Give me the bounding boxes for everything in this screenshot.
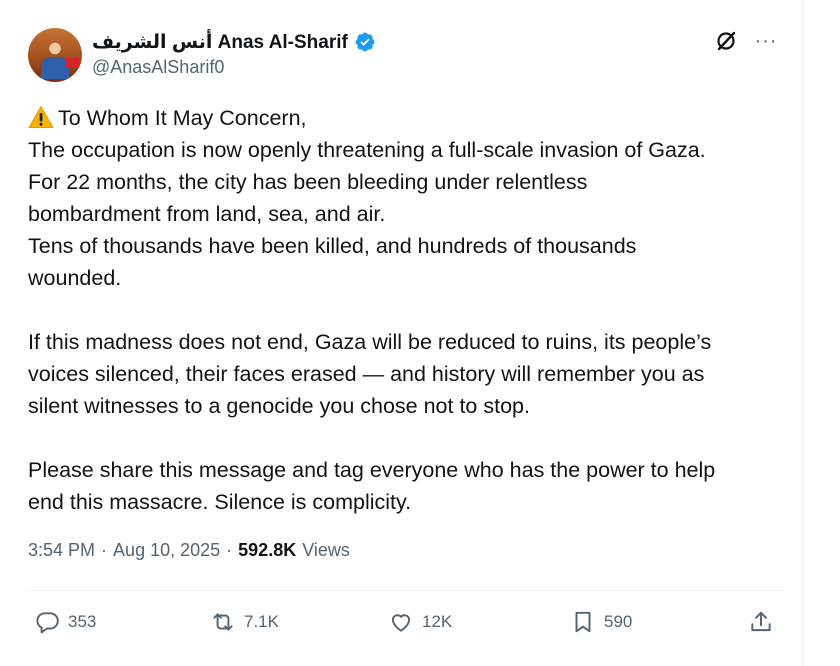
avatar[interactable]: [28, 28, 82, 82]
share-icon: [751, 611, 771, 632]
author-name-row[interactable]: أنس الشريف Anas Al-Sharif: [92, 30, 376, 54]
repost-icon: [213, 613, 233, 631]
tweet-line: If this madness does not end, Gaza will …: [28, 330, 712, 354]
heart-icon: [391, 614, 411, 632]
tweet-meta: 3:54 PM · Aug 10, 2025 · 592.8K Views: [28, 540, 350, 561]
tweet-date[interactable]: Aug 10, 2025: [113, 540, 220, 561]
repost-button[interactable]: 7.1K: [210, 604, 279, 640]
tweet-line: For 22 months, the city has been bleedin…: [28, 170, 588, 194]
tweet-line: wounded.: [28, 266, 122, 290]
tweet-line: The occupation is now openly threatening…: [28, 138, 706, 162]
reply-icon: [36, 612, 59, 634]
more-options-icon[interactable]: ···: [753, 28, 779, 54]
reply-count: 353: [68, 612, 97, 631]
meta-separator: ·: [226, 540, 233, 560]
top-actions: ···: [713, 28, 779, 54]
tweet-line: Please share this message and tag everyo…: [28, 458, 716, 482]
meta-separator: ·: [101, 540, 108, 560]
action-bar: 353 7.1K 12K 590: [28, 604, 784, 640]
author-display-name[interactable]: أنس الشريف Anas Al-Sharif: [92, 31, 348, 54]
like-button[interactable]: 12K: [388, 604, 452, 640]
tweet-line: voices silenced, their faces erased — an…: [28, 362, 705, 386]
author-handle[interactable]: @AnasAlSharif0: [92, 57, 224, 78]
tweet-line: To Whom It May Concern,: [28, 102, 788, 134]
bookmark-button[interactable]: 590: [570, 604, 632, 640]
tweet-line: silent witnesses to a genocide you chose…: [28, 394, 530, 418]
grok-slash-circle-icon: [717, 31, 736, 51]
tweet-line-text: To Whom It May Concern,: [58, 106, 307, 130]
repost-count: 7.1K: [244, 612, 279, 631]
divider: [28, 590, 784, 591]
share-button[interactable]: [748, 604, 774, 640]
views-label: Views: [302, 540, 350, 560]
grok-icon[interactable]: [713, 28, 739, 54]
tweet-line: Tens of thousands have been killed, and …: [28, 234, 637, 258]
tweet-line: bombardment from land, sea, and air.: [28, 202, 386, 226]
views-count[interactable]: 592.8K: [238, 540, 296, 561]
tweet-text: To Whom It May Concern, The occupation i…: [28, 102, 788, 518]
tweet-time[interactable]: 3:54 PM: [28, 540, 95, 561]
verified-badge-icon: [355, 32, 375, 52]
warning-icon: [28, 106, 54, 128]
like-count: 12K: [422, 612, 453, 631]
avatar-sign: [65, 58, 79, 68]
tweet-line: end this massacre. Silence is complicity…: [28, 490, 412, 514]
reply-button[interactable]: 353: [34, 604, 96, 640]
bookmark-count: 590: [604, 612, 633, 631]
tweet-card: أنس الشريف Anas Al-Sharif @AnasAlSharif0…: [0, 0, 804, 666]
bookmark-icon: [575, 611, 591, 633]
